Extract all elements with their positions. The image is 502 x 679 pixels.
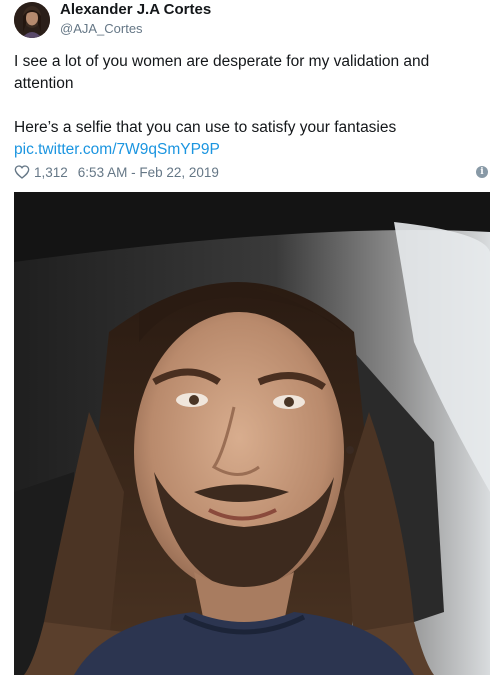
tweet-text-line-1: I see a lot of you women are desperate f… <box>14 53 430 92</box>
tweet-text: I see a lot of you women are desperate f… <box>14 51 484 161</box>
heart-icon[interactable] <box>14 164 30 180</box>
user-handle[interactable]: @AJA_Cortes <box>60 21 143 36</box>
display-name[interactable]: Alexander J.A Cortes <box>60 1 211 18</box>
tweet-photo[interactable] <box>14 192 490 675</box>
like-count: 1,312 <box>34 164 68 180</box>
avatar[interactable] <box>14 2 50 38</box>
tweet-pic-link[interactable]: pic.twitter.com/7W9qSmYP9P <box>14 141 220 158</box>
tweet-meta: 1,312 6:53 AM - Feb 22, 2019 <box>14 163 219 181</box>
info-icon[interactable]: i <box>476 166 488 178</box>
tweet-text-line-2: Here’s a selfie that you can use to sati… <box>14 119 397 136</box>
timestamp[interactable]: 6:53 AM - Feb 22, 2019 <box>78 165 219 180</box>
